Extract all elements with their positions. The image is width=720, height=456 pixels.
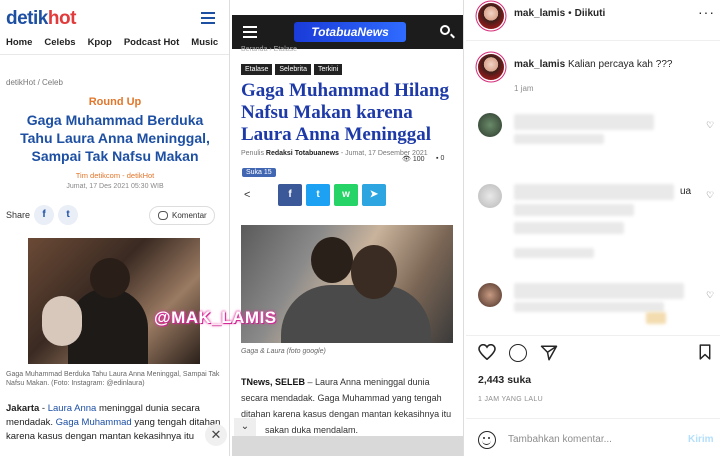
screenshot-collage: detikhot Home Celebs Kpop Podcast Hot Mu… <box>0 0 720 456</box>
comment-like-icon[interactable]: ♡ <box>706 120 714 131</box>
comment-count: ▪ 0 <box>436 155 445 162</box>
caption-time: 1 jam <box>514 84 534 93</box>
post-header: mak_lamis • Diikuti <box>514 8 606 19</box>
follow-status[interactable]: Diikuti <box>575 8 606 19</box>
hamburger-menu-icon[interactable] <box>201 12 215 27</box>
tag-selebrita[interactable]: Selebrita <box>275 64 311 75</box>
commenter-avatar[interactable] <box>478 113 502 137</box>
emoji-icon[interactable] <box>478 431 496 449</box>
share-label: Share <box>6 210 31 220</box>
twitter-share-icon[interactable]: t <box>306 184 330 206</box>
blurred-comment <box>514 184 674 200</box>
post-time: 1 JAM YANG LALU <box>478 396 543 403</box>
link-gaga-muhammad[interactable]: Gaga Muhammad <box>56 417 132 428</box>
hamburger-menu-icon[interactable] <box>243 26 257 41</box>
facebook-like-button[interactable]: Suka 15 <box>242 168 276 177</box>
comment-button[interactable]: Komentar <box>149 206 215 225</box>
divider <box>466 40 720 41</box>
bottom-bar <box>232 436 463 456</box>
blurred-comment <box>646 312 666 324</box>
author-link[interactable]: Redaksi Totabuanews <box>266 150 339 157</box>
comment-like-icon[interactable]: ♡ <box>706 190 714 201</box>
blurred-comment <box>514 222 624 234</box>
detik-nav: Home Celebs Kpop Podcast Hot Music <box>6 37 218 48</box>
twitter-share-icon[interactable]: t <box>58 205 78 225</box>
nav-item-kpop[interactable]: Kpop <box>88 37 112 48</box>
link-laura-anna[interactable]: Laura Anna <box>48 403 97 414</box>
category-tags: Etalase Selebrita Terkini <box>241 64 343 75</box>
site-logo[interactable]: TotabuaNews <box>294 22 406 42</box>
article-meta: Penulis Redaksi Totabuanews - Jumat, 17 … <box>241 150 428 157</box>
totabua-panel: TotabuaNews Beranda › Etalase Etalase Se… <box>232 0 464 456</box>
watermark: @MAK_LAMIS <box>154 308 277 327</box>
article-body: TNews, SELEB – Laura Anna meninggal duni… <box>241 377 452 435</box>
chevron-down-icon[interactable]: ⌄ <box>234 418 256 436</box>
blurred-comment <box>514 302 664 312</box>
detikhot-logo[interactable]: detikhot <box>6 8 76 30</box>
photo-caption: Gaga & Laura (foto google) <box>241 348 326 355</box>
nav-item-celebs[interactable]: Celebs <box>44 37 75 48</box>
blurred-comment <box>514 248 594 258</box>
post-comment-button[interactable]: Kirim <box>688 434 714 445</box>
breadcrumb[interactable]: detikHot / Celeb <box>6 78 63 87</box>
more-options-icon[interactable]: ··· <box>698 4 715 20</box>
divider <box>466 335 720 336</box>
blurred-comment <box>514 283 684 299</box>
article-title: Gaga Muhammad Hilang Nafsu Makan karena … <box>241 80 449 145</box>
caption-username[interactable]: mak_lamis <box>514 59 565 70</box>
article-kicker: Round Up <box>88 96 142 108</box>
comment-bubble-icon[interactable] <box>509 344 527 362</box>
telegram-share-icon[interactable]: ➤ <box>362 184 386 206</box>
avatar[interactable] <box>478 3 504 29</box>
username-link[interactable]: mak_lamis <box>514 8 565 19</box>
facebook-share-icon[interactable]: f <box>278 184 302 206</box>
eye-icon: 👁 <box>402 156 413 163</box>
photo-caption: Gaga Muhammad Berduka Tahu Laura Anna Me… <box>6 371 220 387</box>
bookmark-icon[interactable] <box>699 344 711 360</box>
nav-item-music[interactable]: Music <box>191 37 218 48</box>
article-date: Jumat, 17 Des 2021 05:30 WIB <box>66 183 164 190</box>
nav-item-home[interactable]: Home <box>6 37 32 48</box>
divider <box>466 418 720 419</box>
commenter-avatar[interactable] <box>478 184 502 208</box>
article-author[interactable]: Tim detikcom - detikHot <box>0 171 229 180</box>
blurred-comment <box>514 134 604 144</box>
facebook-share-icon[interactable]: f <box>34 205 54 225</box>
nav-divider <box>0 54 229 55</box>
commenter-avatar[interactable] <box>478 283 502 307</box>
tag-terkini[interactable]: Terkini <box>314 64 343 75</box>
comment-icon <box>158 211 168 220</box>
like-heart-icon[interactable] <box>478 344 496 360</box>
avatar[interactable] <box>478 54 504 80</box>
nav-item-podcast-hot[interactable]: Podcast Hot <box>124 37 179 48</box>
article-body: Jakarta - Laura Anna meninggal dunia sec… <box>6 403 221 442</box>
detikhot-panel: detikhot Home Celebs Kpop Podcast Hot Mu… <box>0 0 230 456</box>
close-ad-button[interactable]: ✕ <box>205 424 227 446</box>
tag-etalase[interactable]: Etalase <box>241 64 273 75</box>
blurred-comment <box>514 114 654 130</box>
view-count: 👁 100 <box>402 156 425 163</box>
whatsapp-share-icon[interactable]: w <box>334 184 358 206</box>
instagram-panel: mak_lamis • Diikuti ··· mak_lamis Kalian p… <box>466 0 720 456</box>
like-count[interactable]: 2,443 suka <box>478 374 531 386</box>
caption: mak_lamis Kalian percaya kah ??? <box>514 59 673 70</box>
article-headline: Gaga Muhammad Berduka Tahu Laura Anna Me… <box>20 112 210 164</box>
blurred-comment <box>514 204 634 216</box>
share-icon[interactable]: < <box>244 189 250 201</box>
comment-input[interactable]: Tambahkan komentar... <box>508 434 612 445</box>
comment-like-icon[interactable]: ♡ <box>706 290 714 301</box>
search-icon[interactable] <box>440 25 450 35</box>
article-photo <box>28 238 200 364</box>
breadcrumb[interactable]: Beranda › Etalase <box>241 46 297 53</box>
comment-fragment: ua <box>680 186 692 197</box>
send-icon[interactable] <box>540 344 558 362</box>
